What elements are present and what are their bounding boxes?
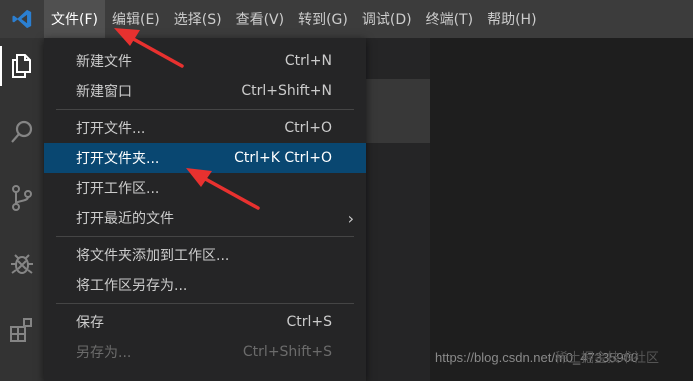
menu-item-shortcut: Ctrl+S — [286, 314, 332, 330]
menu-save-workspace-as[interactable]: 将工作区另存为... — [44, 270, 366, 300]
file-menu-dropdown: 新建文件 Ctrl+N 新建窗口 Ctrl+Shift+N 打开文件... Ct… — [44, 38, 366, 381]
menu-item-label: 保存 — [76, 315, 104, 331]
explorer-icon[interactable] — [0, 42, 44, 90]
menu-item-shortcut: Ctrl+Shift+S — [242, 344, 332, 360]
menu-go[interactable]: 转到(G) — [291, 0, 355, 38]
menu-view[interactable]: 查看(V) — [229, 0, 292, 38]
menu-save[interactable]: 保存 Ctrl+S — [44, 307, 366, 337]
menu-separator — [56, 303, 354, 304]
menu-item-label: 将文件夹添加到工作区... — [76, 248, 230, 264]
menu-item-label: 打开工作区... — [76, 181, 160, 197]
menu-item-label: 将工作区另存为... — [76, 278, 188, 294]
vscode-logo-icon — [0, 0, 44, 38]
debug-icon[interactable] — [0, 240, 44, 288]
menu-selection[interactable]: 选择(S) — [167, 0, 229, 38]
menu-open-file[interactable]: 打开文件... Ctrl+O — [44, 113, 366, 143]
menu-item-label: 另存为... — [76, 345, 132, 361]
extensions-icon[interactable] — [0, 306, 44, 354]
menu-open-recent[interactable]: 打开最近的文件 › — [44, 203, 366, 233]
menu-item-label: 打开最近的文件 — [76, 211, 174, 227]
watermark-overlay: 稀土掘金技术社区 — [555, 350, 660, 365]
menu-edit[interactable]: 编辑(E) — [105, 0, 167, 38]
menu-separator — [56, 236, 354, 237]
menu-item-label: 打开文件夹... — [76, 151, 160, 167]
menu-item-shortcut: Ctrl+N — [284, 53, 332, 69]
menu-item-label: 打开文件... — [76, 121, 146, 137]
menu-new-file[interactable]: 新建文件 Ctrl+N — [44, 46, 366, 76]
menu-open-folder[interactable]: 打开文件夹... Ctrl+K Ctrl+O — [44, 143, 366, 173]
menu-item-label: 新建窗口 — [76, 84, 132, 100]
menu-debug[interactable]: 调试(D) — [355, 0, 419, 38]
activity-bar — [0, 38, 44, 381]
menu-add-folder-to-workspace[interactable]: 将文件夹添加到工作区... — [44, 240, 366, 270]
menu-terminal[interactable]: 终端(T) — [419, 0, 480, 38]
menu-help[interactable]: 帮助(H) — [480, 0, 543, 38]
menu-bar: 文件(F) 编辑(E) 选择(S) 查看(V) 转到(G) 调试(D) 终端(T… — [0, 0, 693, 38]
menu-save-as[interactable]: 另存为... Ctrl+Shift+S — [44, 337, 366, 367]
menu-new-window[interactable]: 新建窗口 Ctrl+Shift+N — [44, 76, 366, 106]
search-icon[interactable] — [0, 108, 44, 156]
source-control-icon[interactable] — [0, 174, 44, 222]
menu-item-shortcut: Ctrl+O — [284, 120, 332, 136]
menu-file[interactable]: 文件(F) — [44, 0, 105, 38]
menu-separator — [56, 109, 354, 110]
menu-open-workspace[interactable]: 打开工作区... — [44, 173, 366, 203]
menu-item-shortcut: Ctrl+Shift+N — [241, 83, 332, 99]
chevron-right-icon: › — [347, 208, 354, 228]
menu-item-label: 新建文件 — [76, 54, 132, 70]
menu-item-shortcut: Ctrl+K Ctrl+O — [234, 150, 332, 166]
editor-area — [430, 38, 693, 381]
